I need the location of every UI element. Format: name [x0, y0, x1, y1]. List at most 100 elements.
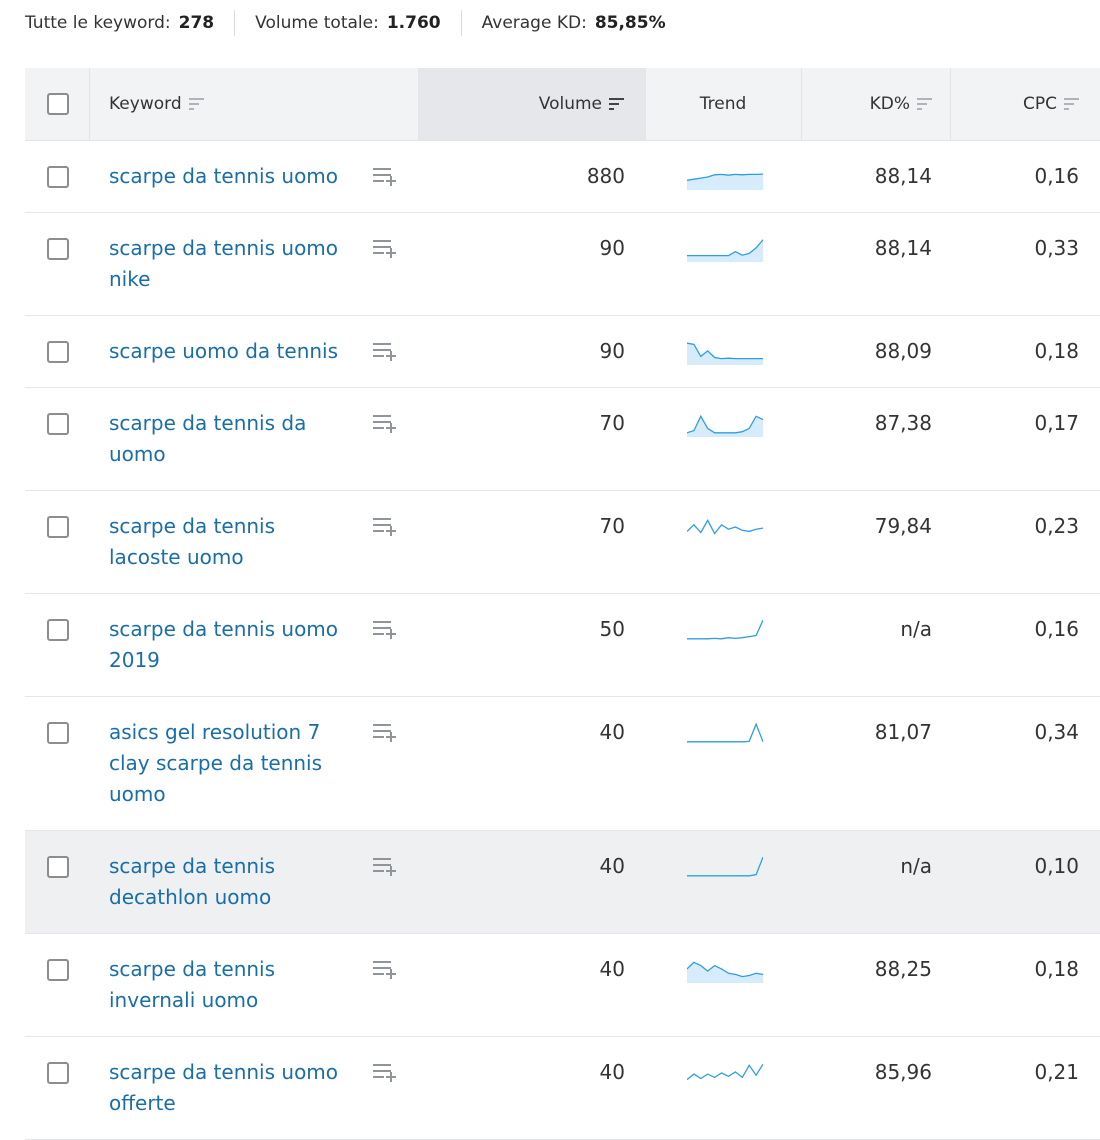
trend-line	[687, 519, 763, 535]
volume-column-header[interactable]: Volume	[418, 68, 624, 140]
keyword-link[interactable]: scarpe da tennis uomo	[109, 161, 354, 192]
keyword-link[interactable]: scarpe da tennis lacoste uomo	[109, 511, 354, 573]
keyword-line: scarpe da tennis uomo	[109, 1060, 339, 1084]
row-checkbox[interactable]	[47, 341, 69, 363]
cpc-value: 0,18	[1034, 339, 1079, 363]
keyword-line: decathlon uomo	[109, 885, 272, 909]
keyword-link[interactable]: scarpe uomo da tennis	[109, 336, 354, 367]
kd-value: 81,07	[874, 720, 932, 744]
trend-sparkline	[687, 414, 763, 437]
row-checkbox[interactable]	[47, 619, 69, 641]
volume-value: 50	[599, 617, 625, 641]
keyword-link[interactable]: scarpe da tennis uomo nike	[109, 233, 354, 295]
table-row: scarpe da tennis uomo 2019 50 n/a 0,16	[25, 594, 1100, 697]
add-to-list-icon[interactable]	[371, 856, 399, 878]
keyword-link[interactable]: asics gel resolution 7 clay scarpe da ten…	[109, 717, 354, 810]
trend-area	[687, 962, 763, 983]
sort-descending-icon	[609, 98, 624, 110]
row-checkbox[interactable]	[47, 238, 69, 260]
keyword-link[interactable]: scarpe da tennis da uomo	[109, 408, 354, 470]
add-to-list-icon[interactable]	[371, 413, 399, 435]
row-checkbox[interactable]	[47, 722, 69, 744]
kd-value: n/a	[900, 854, 932, 878]
cpc-value: 0,34	[1034, 720, 1079, 744]
row-checkbox[interactable]	[47, 1062, 69, 1084]
cpc-column-label: CPC	[1023, 94, 1057, 114]
volume-value: 40	[599, 1060, 625, 1084]
trend-line	[687, 722, 763, 743]
cpc-value: 0,21	[1034, 1060, 1079, 1084]
sort-icon	[188, 98, 204, 110]
kd-value: 87,38	[874, 411, 932, 435]
trend-column-label: Trend	[699, 94, 747, 114]
sort-icon	[1064, 98, 1079, 110]
table-row: scarpe da tennis decathlon uomo 40 n/a 0,10	[25, 831, 1100, 934]
row-checkbox[interactable]	[47, 413, 69, 435]
keyword-line: nike	[109, 267, 151, 291]
keyword-line: offerte	[109, 1091, 176, 1115]
total-volume-label: Volume totale:	[255, 13, 379, 33]
row-checkbox[interactable]	[47, 166, 69, 188]
add-to-list-icon[interactable]	[371, 1062, 399, 1084]
volume-value: 40	[599, 854, 625, 878]
all-keywords-stat: Tutte le keyword: 278	[25, 13, 214, 33]
keyword-link[interactable]: scarpe da tennis decathlon uomo	[109, 851, 354, 913]
table-row: scarpe da tennis lacoste uomo 70 79,84 0,23	[25, 491, 1100, 594]
kd-value: 85,96	[874, 1060, 932, 1084]
keyword-table: Keyword Volume Trend KD% CPC scarpe da t…	[25, 68, 1100, 1140]
row-checkbox[interactable]	[47, 516, 69, 538]
trend-area	[687, 416, 763, 437]
row-checkbox[interactable]	[47, 959, 69, 981]
cpc-column-header[interactable]: CPC	[950, 68, 1079, 140]
kd-value: 88,14	[874, 164, 932, 188]
trend-sparkline	[687, 961, 763, 983]
keyword-link[interactable]: scarpe da tennis invernali uomo	[109, 954, 354, 1016]
table-body: scarpe da tennis uomo 880 88,14 0,16 scarpe …	[25, 141, 1100, 1140]
kd-value: 79,84	[874, 514, 932, 538]
keyword-link[interactable]: scarpe da tennis uomo offerte	[109, 1057, 354, 1119]
total-volume-value: 1.760	[386, 13, 441, 33]
keyword-link[interactable]: scarpe da tennis uomo 2019	[109, 614, 354, 676]
table-row: scarpe da tennis uomo 880 88,14 0,16	[25, 141, 1100, 213]
cpc-value: 0,23	[1034, 514, 1079, 538]
table-row: scarpe da tennis invernali uomo 40 88,25 0,1…	[25, 934, 1100, 1037]
kd-column-label: KD%	[869, 94, 910, 114]
volume-value: 880	[586, 164, 625, 188]
add-to-list-icon[interactable]	[371, 959, 399, 981]
trend-sparkline	[687, 856, 763, 877]
trend-sparkline	[687, 1063, 763, 1081]
cpc-value: 0,18	[1034, 957, 1079, 981]
cpc-value: 0,10	[1034, 854, 1079, 878]
trend-line	[687, 619, 763, 640]
row-checkbox[interactable]	[47, 856, 69, 878]
keyword-line: scarpe da tennis da	[109, 411, 307, 435]
trend-sparkline	[687, 342, 763, 365]
volume-value: 40	[599, 720, 625, 744]
stat-divider	[234, 10, 236, 36]
add-to-list-icon[interactable]	[371, 341, 399, 363]
add-to-list-icon[interactable]	[371, 619, 399, 641]
trend-column-header: Trend	[645, 68, 801, 140]
kd-column-header[interactable]: KD%	[801, 68, 932, 140]
volume-value: 70	[599, 411, 625, 435]
select-all-checkbox[interactable]	[47, 93, 69, 115]
keyword-line: clay scarpe da tennis	[109, 751, 323, 775]
kd-value: 88,25	[874, 957, 932, 981]
volume-value: 40	[599, 957, 625, 981]
sort-icon	[917, 98, 932, 110]
trend-sparkline	[687, 173, 763, 190]
trend-sparkline	[687, 722, 763, 743]
table-row: asics gel resolution 7 clay scarpe da ten…	[25, 697, 1100, 831]
add-to-list-icon[interactable]	[371, 238, 399, 260]
add-to-list-icon[interactable]	[371, 516, 399, 538]
column-divider	[89, 68, 90, 140]
trend-area	[687, 174, 763, 190]
keyword-line: scarpe da tennis	[109, 957, 276, 981]
keyword-column-header[interactable]: Keyword	[109, 68, 204, 140]
keyword-line: asics gel resolution 7	[109, 720, 321, 744]
average-kd-value: 85,85%	[594, 13, 666, 33]
kd-value: n/a	[900, 617, 932, 641]
add-to-list-icon[interactable]	[371, 166, 399, 188]
keyword-line: lacoste uomo	[109, 545, 244, 569]
add-to-list-icon[interactable]	[371, 722, 399, 744]
